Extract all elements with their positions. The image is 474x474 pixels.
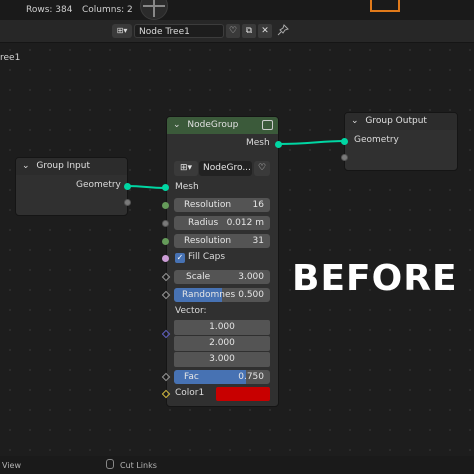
- before-overlay-text: BEFORE: [292, 258, 458, 299]
- group-input-geometry-label: Geometry: [76, 180, 121, 190]
- radius-field[interactable]: Radius 0.012 m: [174, 216, 270, 230]
- fill-caps-socket[interactable]: [162, 255, 169, 262]
- group-output-title: Group Output: [365, 116, 427, 126]
- node-group-selector-field[interactable]: NodeGro...: [199, 161, 252, 176]
- mesh-input-socket[interactable]: [162, 184, 169, 191]
- resolution-2-socket[interactable]: [162, 238, 169, 245]
- node-group-icon: [262, 120, 273, 130]
- cut-links-status-label: Cut Links: [120, 461, 157, 470]
- geometry-input-socket[interactable]: [341, 138, 348, 145]
- fac-slider[interactable]: Fac 0.750: [174, 370, 270, 384]
- randomness-slider[interactable]: Randomnes 0.500: [174, 288, 270, 302]
- mesh-output-socket[interactable]: [275, 141, 282, 148]
- geometry-output-socket[interactable]: [124, 183, 131, 190]
- fake-user-shield-icon[interactable]: ♡: [254, 161, 270, 176]
- resolution-2-field[interactable]: Resolution 31: [174, 234, 270, 248]
- fill-caps-label: Fill Caps: [188, 252, 226, 262]
- empty-input-socket[interactable]: [341, 154, 348, 161]
- group-output-geometry-label: Geometry: [354, 135, 399, 145]
- collapse-chevron-icon[interactable]: ⌄: [173, 120, 181, 130]
- color-swatch[interactable]: [216, 387, 270, 401]
- resolution-field[interactable]: Resolution 16: [174, 198, 270, 212]
- view-status-label: View: [2, 461, 21, 470]
- vector-x-field[interactable]: 1.000: [174, 320, 270, 335]
- node-group-type-dropdown[interactable]: ⊞▾: [174, 161, 198, 176]
- scale-field[interactable]: Scale 3.000: [174, 270, 270, 284]
- mesh-input-label: Mesh: [175, 182, 199, 192]
- mouse-icon: [106, 459, 114, 469]
- group-input-title: Group Input: [36, 161, 90, 171]
- fill-caps-checkbox[interactable]: ✓: [175, 253, 185, 263]
- color-label: Color1: [175, 388, 205, 398]
- collapse-chevron-icon[interactable]: ⌄: [22, 161, 30, 171]
- empty-output-socket[interactable]: [124, 199, 131, 206]
- mesh-output-label: Mesh: [246, 138, 270, 148]
- status-bar: View Cut Links: [0, 456, 474, 474]
- resolution-socket[interactable]: [162, 202, 169, 209]
- collapse-chevron-icon[interactable]: ⌄: [351, 116, 359, 126]
- vector-label: Vector:: [175, 306, 207, 316]
- node-group-title: NodeGroup: [187, 120, 239, 130]
- vector-z-field[interactable]: 3.000: [174, 352, 270, 367]
- vector-y-field[interactable]: 2.000: [174, 336, 270, 351]
- radius-socket[interactable]: [162, 220, 169, 227]
